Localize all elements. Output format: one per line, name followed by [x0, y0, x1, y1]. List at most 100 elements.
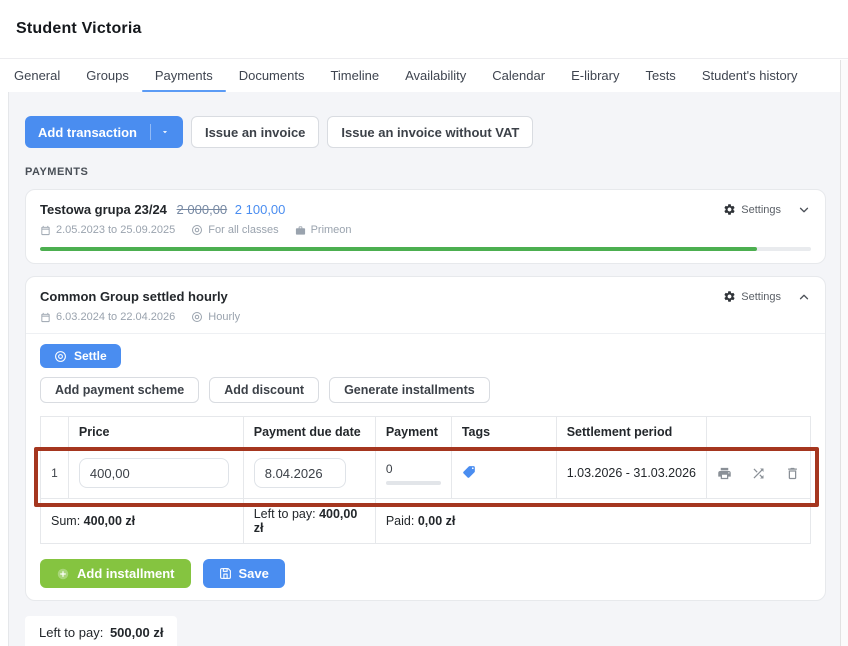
issue-invoice-button[interactable]: Issue an invoice: [191, 116, 319, 148]
tab-students-history[interactable]: Student's history: [689, 59, 811, 92]
group-title-row: Testowa grupa 23/24 2 000,00 2 100,00: [40, 202, 285, 217]
add-transaction-button[interactable]: Add transaction: [25, 116, 183, 148]
scope-item: Hourly: [191, 311, 240, 323]
scope-label: For all classes: [208, 224, 278, 236]
left-label: Left to pay:: [254, 507, 316, 521]
settle-button[interactable]: Settle: [40, 344, 121, 368]
sum-value: 400,00 zł: [84, 514, 135, 528]
group-meta: 6.03.2024 to 22.04.2026 Hourly: [40, 311, 811, 323]
trash-icon[interactable]: [785, 466, 800, 481]
settlement-period: 1.03.2026 - 31.03.2026: [556, 448, 706, 499]
left-to-pay-label: Left to pay:: [39, 625, 103, 640]
col-actions: [707, 417, 811, 448]
old-amount: 2 000,00: [177, 202, 228, 217]
group-card-header: Common Group settled hourly Settings: [40, 289, 811, 304]
table-footer-row: Sum: 400,00 zł Left to pay: 400,00 zł Pa…: [41, 499, 811, 544]
payments-toolbar: Add transaction Issue an invoice Issue a…: [25, 116, 826, 148]
add-transaction-label: Add transaction: [38, 125, 137, 140]
add-installment-label: Add installment: [77, 566, 175, 581]
col-due-date: Payment due date: [243, 417, 375, 448]
chevron-down-icon: [797, 203, 811, 217]
left-to-pay-chip: Left to pay: 500,00 zł: [25, 616, 177, 646]
col-index: [41, 417, 69, 448]
col-payment: Payment: [375, 417, 451, 448]
tab-documents[interactable]: Documents: [226, 59, 318, 92]
new-amount[interactable]: 2 100,00: [235, 202, 286, 217]
page-title: Student Victoria: [16, 20, 832, 38]
col-price: Price: [68, 417, 243, 448]
group-progress-fill: [40, 247, 757, 251]
settings-label: Settings: [741, 291, 781, 303]
settle-label: Settle: [74, 349, 107, 363]
payment-progress-bar: [386, 481, 441, 485]
payment-value: 0: [386, 462, 441, 476]
save-label: Save: [239, 566, 269, 581]
plus-circle-icon: [56, 567, 70, 581]
gear-icon: [723, 203, 736, 216]
calendar-icon: [40, 312, 51, 323]
left-to-pay-value: 500,00 zł: [110, 625, 164, 640]
group-settings-button[interactable]: Settings: [723, 203, 781, 216]
add-payment-scheme-button[interactable]: Add payment scheme: [40, 377, 199, 403]
paid-value: 0,00 zł: [418, 514, 456, 528]
group-card-header: Testowa grupa 23/24 2 000,00 2 100,00 Se…: [40, 202, 811, 217]
card-divider: [26, 333, 825, 334]
briefcase-icon: [295, 225, 306, 236]
caret-down-icon[interactable]: [160, 127, 170, 137]
tab-payments[interactable]: Payments: [142, 59, 226, 92]
date-range-label: 6.03.2024 to 22.04.2026: [56, 311, 175, 323]
add-discount-button[interactable]: Add discount: [209, 377, 319, 403]
tag-icon[interactable]: [462, 465, 476, 479]
group-card-common: Common Group settled hourly Settings 6.0…: [25, 276, 826, 601]
scheme-buttons-row: Add payment scheme Add discount Generate…: [40, 377, 811, 403]
tab-timeline[interactable]: Timeline: [317, 59, 392, 92]
gear-icon: [723, 290, 736, 303]
company-label: Primeon: [311, 224, 352, 236]
payments-section-label: PAYMENTS: [25, 166, 826, 178]
group-progress-bar: [40, 247, 811, 251]
coin-icon: [191, 224, 203, 236]
left-to-pay-cell: Left to pay: 400,00 zł: [243, 499, 375, 544]
scrollbar[interactable]: [840, 60, 848, 646]
group-settings-button[interactable]: Settings: [723, 290, 781, 303]
save-icon: [219, 567, 232, 580]
installments-table: Price Payment due date Payment Tags Sett…: [40, 416, 811, 544]
group-meta: 2.05.2023 to 25.09.2025 For all classes …: [40, 224, 811, 236]
due-date-input[interactable]: [254, 458, 346, 488]
date-range-label: 2.05.2023 to 25.09.2025: [56, 224, 175, 236]
generate-installments-button[interactable]: Generate installments: [329, 377, 490, 403]
group-title: Common Group settled hourly: [40, 289, 228, 304]
tab-availability[interactable]: Availability: [392, 59, 479, 92]
scope-item: For all classes: [191, 224, 278, 236]
collapse-button[interactable]: [797, 203, 811, 217]
calendar-icon: [40, 225, 51, 236]
save-button[interactable]: Save: [203, 559, 285, 588]
sum-cell: Sum: 400,00 zł: [41, 499, 244, 544]
print-icon[interactable]: [717, 466, 732, 481]
group-title: Testowa grupa 23/24: [40, 202, 167, 217]
installment-row: 1 0 1.03.2026 - 31.03.2026: [41, 448, 811, 499]
tab-e-library[interactable]: E-library: [558, 59, 632, 92]
tab-calendar[interactable]: Calendar: [479, 59, 558, 92]
paid-label: Paid:: [386, 514, 415, 528]
tab-general[interactable]: General: [1, 59, 73, 92]
date-range-item: 2.05.2023 to 25.09.2025: [40, 224, 175, 236]
shuffle-icon[interactable]: [751, 466, 766, 481]
main-tabbar: General Groups Payments Documents Timeli…: [0, 59, 848, 92]
add-installment-button[interactable]: Add installment: [40, 559, 191, 588]
table-header-row: Price Payment due date Payment Tags Sett…: [41, 417, 811, 448]
button-divider: [150, 124, 151, 140]
issue-invoice-without-vat-button[interactable]: Issue an invoice without VAT: [327, 116, 533, 148]
price-input[interactable]: [79, 458, 229, 488]
scope-label: Hourly: [208, 311, 240, 323]
group-card-testowa: Testowa grupa 23/24 2 000,00 2 100,00 Se…: [25, 189, 826, 264]
company-item: Primeon: [295, 224, 352, 236]
coin-icon: [54, 350, 67, 363]
save-buttons-row: Add installment Save: [40, 559, 811, 588]
coin-icon: [191, 311, 203, 323]
tab-tests[interactable]: Tests: [632, 59, 688, 92]
installments-table-wrap: Price Payment due date Payment Tags Sett…: [40, 416, 811, 544]
settings-label: Settings: [741, 204, 781, 216]
tab-groups[interactable]: Groups: [73, 59, 142, 92]
collapse-button[interactable]: [797, 290, 811, 304]
